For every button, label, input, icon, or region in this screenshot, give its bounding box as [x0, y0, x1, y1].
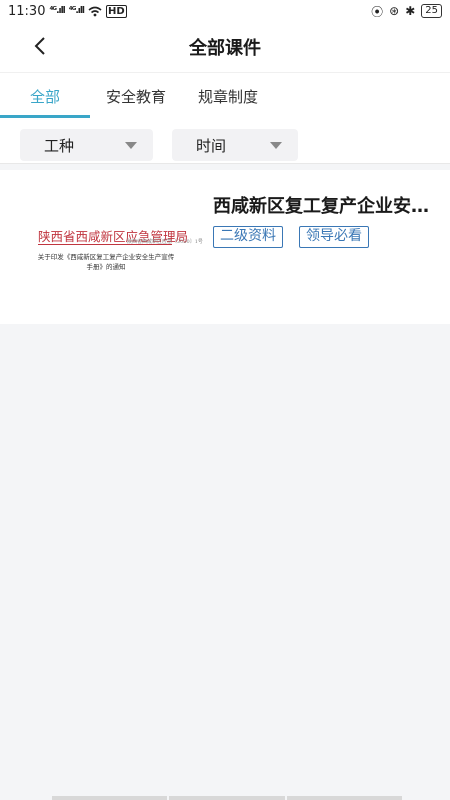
signal-icon: ⁴ᴳ.ıll: [49, 6, 65, 16]
wifi-icon: [88, 6, 102, 16]
tab-safety-education[interactable]: 安全教育: [98, 73, 174, 121]
thumbnail-subtitle: 关于印发《西咸新区复工复产企业安全生产宣传手册》的通知: [37, 253, 175, 271]
filter-bar: 工种 时间: [0, 120, 450, 164]
course-thumbnail: 陕西省西咸新区应急管理局 陕西省西咸新区应急〔2020〕1号 关于印发《西咸新区…: [22, 196, 203, 304]
course-title: 西咸新区复工复产企业安全生产宣传手册: [213, 196, 438, 217]
course-card[interactable]: 陕西省西咸新区应急管理局 陕西省西咸新区应急〔2020〕1号 关于印发《西咸新区…: [0, 170, 450, 324]
time-dropdown[interactable]: 时间: [172, 129, 298, 161]
thumbnail-divider: [38, 244, 172, 245]
hd-icon: HD: [106, 4, 127, 18]
status-time: 11:30: [8, 3, 46, 19]
bottom-nav-indicator: [52, 796, 402, 800]
bluetooth-icon: ✱: [405, 4, 416, 18]
back-button[interactable]: [28, 34, 52, 58]
tag-leader-must-read: 领导必看: [299, 226, 369, 248]
caret-down-icon: [270, 141, 282, 149]
battery-icon: 25: [421, 4, 442, 18]
signal-icon-2: ⁴ᴳ.ıll: [68, 6, 85, 16]
status-bar: 11:30 ⁴ᴳ.ıll ⁴ᴳ.ıll HD ⦿ ⊛ ✱ 25: [0, 0, 450, 22]
page-title: 全部课件: [189, 38, 261, 59]
tag-level: 二级资料: [213, 226, 283, 248]
chevron-left-icon: [34, 37, 45, 55]
tab-regulations[interactable]: 规章制度: [190, 73, 266, 121]
tab-bar: 全部 安全教育 规章制度: [0, 72, 450, 120]
time-label: 时间: [196, 136, 227, 155]
header: 全部课件: [0, 22, 450, 72]
lock-rotation-icon: ⊛: [389, 4, 400, 18]
job-type-label: 工种: [44, 136, 75, 155]
active-tab-indicator: [0, 115, 90, 118]
caret-down-icon: [125, 141, 137, 149]
job-type-dropdown[interactable]: 工种: [20, 129, 153, 161]
tab-all[interactable]: 全部: [0, 73, 90, 121]
vibrate-icon: ⦿: [371, 4, 384, 19]
